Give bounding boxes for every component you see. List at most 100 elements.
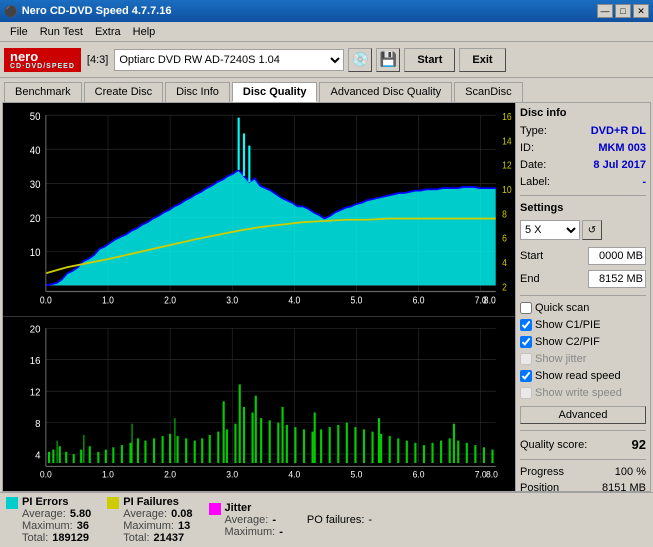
po-failures-value: - bbox=[368, 514, 372, 526]
tab-disc-info[interactable]: Disc Info bbox=[165, 82, 230, 102]
svg-text:4.0: 4.0 bbox=[288, 469, 300, 479]
svg-text:2: 2 bbox=[502, 282, 507, 293]
minimize-button[interactable]: — bbox=[597, 4, 613, 18]
id-value: MKM 003 bbox=[598, 142, 646, 154]
date-label: Date: bbox=[520, 159, 546, 171]
progress-row: Progress 100 % bbox=[520, 466, 646, 478]
toolbar: nero CD·DVD/SPEED [4:3] Optiarc DVD RW A… bbox=[0, 42, 653, 78]
menu-bar: File Run Test Extra Help bbox=[0, 22, 653, 42]
pi-failures-max: Maximum: 13 bbox=[123, 520, 192, 532]
drive-select[interactable]: Optiarc DVD RW AD-7240S 1.04 bbox=[114, 49, 344, 71]
svg-text:12: 12 bbox=[502, 160, 512, 171]
progress-value: 100 % bbox=[615, 466, 646, 478]
advanced-button[interactable]: Advanced bbox=[520, 406, 646, 424]
tab-disc-quality[interactable]: Disc Quality bbox=[232, 82, 318, 102]
app-title: Nero CD-DVD Speed 4.7.7.16 bbox=[22, 5, 172, 17]
show-c2-label: Show C2/PIF bbox=[535, 336, 600, 348]
pi-failures-color bbox=[107, 497, 119, 509]
pi-failures-legend: PI Failures Average: 0.08 Maximum: 13 To… bbox=[107, 496, 192, 544]
show-jitter-label: Show jitter bbox=[535, 353, 586, 365]
exit-button[interactable]: Exit bbox=[459, 48, 505, 72]
svg-text:6.0: 6.0 bbox=[413, 295, 425, 306]
tab-scan-disc[interactable]: ScanDisc bbox=[454, 82, 522, 102]
position-row: Position 8151 MB bbox=[520, 482, 646, 491]
title-bar-controls[interactable]: — □ ✕ bbox=[597, 4, 649, 18]
menu-run-test[interactable]: Run Test bbox=[34, 24, 89, 40]
svg-text:1.0: 1.0 bbox=[102, 295, 114, 306]
divider-3 bbox=[520, 430, 646, 431]
pi-errors-chart: 50 40 30 20 10 16 14 12 10 8 6 4 2 0.0 1… bbox=[3, 103, 515, 316]
svg-text:8.0: 8.0 bbox=[486, 469, 498, 479]
svg-text:3.0: 3.0 bbox=[226, 469, 238, 479]
position-value: 8151 MB bbox=[602, 482, 646, 491]
close-button[interactable]: ✕ bbox=[633, 4, 649, 18]
menu-extra[interactable]: Extra bbox=[89, 24, 127, 40]
pi-errors-label: PI Errors bbox=[22, 496, 91, 508]
menu-help[interactable]: Help bbox=[127, 24, 162, 40]
svg-text:3.0: 3.0 bbox=[226, 295, 238, 306]
svg-text:14: 14 bbox=[502, 136, 512, 147]
divider-4 bbox=[520, 459, 646, 460]
svg-text:4: 4 bbox=[502, 257, 507, 268]
show-c1-checkbox[interactable] bbox=[520, 319, 532, 331]
svg-text:2.0: 2.0 bbox=[164, 469, 176, 479]
show-c1-label: Show C1/PIE bbox=[535, 319, 600, 331]
app-icon: ⚫ bbox=[4, 5, 18, 18]
disc-type-row: Type: DVD+R DL bbox=[520, 125, 646, 137]
quick-scan-checkbox[interactable] bbox=[520, 302, 532, 314]
svg-text:1.0: 1.0 bbox=[102, 469, 114, 479]
tab-advanced-disc-quality[interactable]: Advanced Disc Quality bbox=[319, 82, 452, 102]
label-label: Label: bbox=[520, 176, 550, 188]
show-c1-row: Show C1/PIE bbox=[520, 319, 646, 331]
pi-errors-max: Maximum: 36 bbox=[22, 520, 91, 532]
type-value: DVD+R DL bbox=[591, 125, 646, 137]
divider-2 bbox=[520, 295, 646, 296]
show-write-speed-checkbox bbox=[520, 387, 532, 399]
show-write-speed-row: Show write speed bbox=[520, 387, 646, 399]
end-mb-input[interactable] bbox=[588, 270, 646, 288]
refresh-button[interactable]: ↺ bbox=[582, 220, 602, 240]
date-value: 8 Jul 2017 bbox=[593, 159, 646, 171]
pi-failures-avg: Average: 0.08 bbox=[123, 508, 192, 520]
svg-text:40: 40 bbox=[30, 146, 41, 158]
menu-file[interactable]: File bbox=[4, 24, 34, 40]
start-button[interactable]: Start bbox=[404, 48, 455, 72]
svg-text:12: 12 bbox=[30, 387, 41, 398]
right-panel: Disc info Type: DVD+R DL ID: MKM 003 Dat… bbox=[515, 103, 650, 491]
svg-text:8: 8 bbox=[35, 419, 41, 430]
show-c2-row: Show C2/PIF bbox=[520, 336, 646, 348]
legend-bar: PI Errors Average: 5.80 Maximum: 36 Tota… bbox=[0, 492, 653, 547]
pi-failures-label: PI Failures bbox=[123, 496, 192, 508]
disc-icon-button[interactable]: 💿 bbox=[348, 48, 372, 72]
save-icon-button[interactable]: 💾 bbox=[376, 48, 400, 72]
show-read-speed-row: Show read speed bbox=[520, 370, 646, 382]
disc-id-row: ID: MKM 003 bbox=[520, 142, 646, 154]
show-jitter-checkbox bbox=[520, 353, 532, 365]
pi-failures-data: PI Failures Average: 0.08 Maximum: 13 To… bbox=[123, 496, 192, 544]
disc-label-row: Label: - bbox=[520, 176, 646, 188]
svg-text:8: 8 bbox=[502, 209, 507, 220]
pi-errors-total: Total: 189129 bbox=[22, 532, 91, 544]
speed-select[interactable]: 5 X 4 X 8 X Max bbox=[520, 220, 580, 240]
tab-benchmark[interactable]: Benchmark bbox=[4, 82, 82, 102]
svg-text:16: 16 bbox=[502, 112, 512, 123]
quality-label: Quality score: bbox=[520, 439, 587, 451]
svg-text:10: 10 bbox=[502, 185, 512, 196]
maximize-button[interactable]: □ bbox=[615, 4, 631, 18]
svg-text:8.0: 8.0 bbox=[484, 295, 496, 306]
tab-create-disc[interactable]: Create Disc bbox=[84, 82, 163, 102]
pi-errors-legend: PI Errors Average: 5.80 Maximum: 36 Tota… bbox=[6, 496, 91, 544]
main-content: 50 40 30 20 10 16 14 12 10 8 6 4 2 0.0 1… bbox=[2, 102, 651, 492]
svg-text:4: 4 bbox=[35, 450, 41, 461]
quick-scan-label: Quick scan bbox=[535, 302, 589, 314]
show-read-speed-checkbox[interactable] bbox=[520, 370, 532, 382]
settings-title: Settings bbox=[520, 202, 646, 214]
quick-scan-row: Quick scan bbox=[520, 302, 646, 314]
end-label: End bbox=[520, 273, 540, 285]
start-mb-input[interactable] bbox=[588, 247, 646, 265]
progress-label: Progress bbox=[520, 466, 564, 478]
svg-text:5.0: 5.0 bbox=[351, 295, 363, 306]
nero-logo: nero CD·DVD/SPEED bbox=[4, 48, 81, 72]
show-c2-checkbox[interactable] bbox=[520, 336, 532, 348]
start-mb-row: Start bbox=[520, 247, 646, 265]
